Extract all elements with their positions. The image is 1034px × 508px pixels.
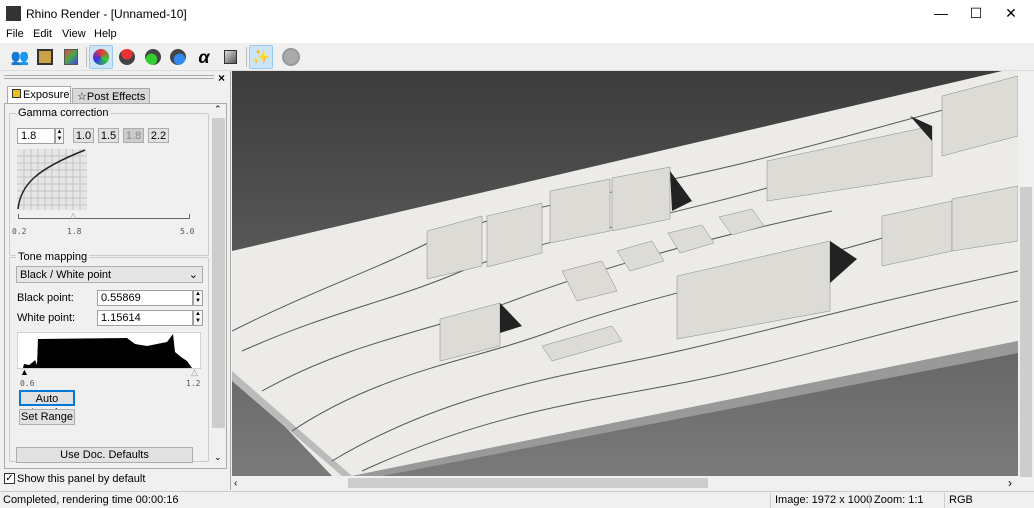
save-icon[interactable]	[33, 45, 57, 69]
histogram-min-label: 0.6	[20, 379, 35, 388]
tab-post-effects[interactable]: ☆Post Effects	[72, 88, 150, 103]
gamma-preset-1-0[interactable]: 1.0	[73, 128, 94, 143]
copy-image-icon[interactable]	[59, 45, 83, 69]
set-range-button[interactable]: Set Range	[19, 409, 75, 425]
menu-view[interactable]: View	[62, 28, 86, 40]
panel-scrollbar[interactable]: ⌃ ⌄	[211, 104, 226, 468]
gamma-curve-graph	[17, 149, 87, 210]
cube-icon[interactable]	[218, 45, 242, 69]
color-mode: RGB	[949, 494, 973, 506]
white-point-input[interactable]: 1.15614	[97, 310, 193, 326]
scroll-right-icon[interactable]: ›	[1008, 476, 1012, 490]
gamma-min-label: 0.2	[12, 227, 27, 236]
tab-exposure[interactable]: Exposure	[7, 86, 71, 103]
panel-grip[interactable]	[4, 75, 214, 79]
tone-method-value: Black / White point	[20, 269, 112, 281]
blue-channel-icon[interactable]	[166, 45, 190, 69]
stop-icon[interactable]	[279, 45, 303, 69]
rhino-app-icon	[6, 6, 21, 21]
status-bar: Completed, rendering time 00:00:16 Image…	[0, 491, 1034, 508]
auto-levels-button[interactable]: Auto Levels	[19, 390, 75, 419]
green-channel-icon[interactable]	[141, 45, 165, 69]
gamma-slider[interactable]	[18, 218, 190, 219]
rendered-model	[231, 71, 1019, 476]
menu-edit[interactable]: Edit	[33, 28, 52, 40]
status-message: Completed, rendering time 00:00:16	[3, 494, 179, 506]
histogram-max-label: 1.2	[186, 379, 201, 388]
black-point-handle[interactable]: ▲	[20, 367, 29, 377]
gamma-spinner[interactable]: ▲ ▼	[55, 128, 64, 144]
tab-label: Exposure	[23, 89, 70, 101]
white-point-label: White point:	[17, 312, 76, 324]
star-icon: ☆	[77, 91, 87, 103]
black-point-input[interactable]: 0.55869	[97, 290, 193, 306]
panel-close-button[interactable]: ×	[218, 71, 225, 85]
panel-scroll-thumb[interactable]	[212, 118, 225, 428]
scroll-left-icon[interactable]: ‹	[234, 478, 237, 489]
render-viewport[interactable]	[231, 71, 1019, 476]
menu-file[interactable]: File	[6, 28, 24, 40]
show-default-checkbox[interactable]: ✓	[4, 473, 15, 484]
close-button[interactable]: ✕	[988, 0, 1034, 28]
gamma-preset-1-5[interactable]: 1.5	[98, 128, 119, 143]
scroll-down-icon[interactable]: ⌄	[214, 452, 222, 463]
tone-mapping-group: Tone mapping Black / White point ⌄ Black …	[9, 251, 209, 463]
gamma-preset-1-8[interactable]: 1.8	[123, 128, 144, 143]
white-point-spinner[interactable]: ▲ ▼	[193, 310, 203, 326]
rgb-channels-icon[interactable]	[89, 45, 113, 69]
menu-help[interactable]: Help	[94, 28, 117, 40]
white-point-handle[interactable]: △	[191, 367, 198, 378]
scroll-up-icon[interactable]: ⌃	[214, 104, 222, 115]
black-point-label: Black point:	[17, 292, 74, 304]
chevron-down-icon: ⌄	[188, 269, 198, 281]
tone-method-select[interactable]: Black / White point ⌄	[16, 266, 203, 283]
gamma-preset-2-2[interactable]: 2.2	[148, 128, 169, 143]
horizontal-scroll-thumb[interactable]	[348, 478, 708, 488]
menu-bar: File Edit View Help	[0, 28, 1034, 43]
alpha-channel-icon[interactable]: α	[192, 45, 216, 69]
window-title: Rhino Render - [Unnamed-10]	[26, 7, 187, 21]
gamma-value-label: 1.8	[67, 227, 82, 236]
black-point-spinner[interactable]: ▲ ▼	[193, 290, 203, 306]
show-default-label: Show this panel by default	[17, 473, 146, 485]
title-bar: Rhino Render - [Unnamed-10] — ☐ ✕	[0, 0, 1034, 28]
gamma-input[interactable]: 1.8	[17, 128, 55, 144]
red-channel-icon[interactable]	[115, 45, 139, 69]
wand-icon[interactable]: ✨	[249, 45, 273, 69]
tab-label: Post Effects	[86, 91, 146, 103]
exposure-panel: × Exposure ☆Post Effects Gamma correctio…	[0, 71, 231, 490]
horizontal-scrollbar[interactable]: ‹ ›	[232, 476, 1018, 490]
zoom-level: Zoom: 1:1	[874, 494, 924, 506]
gamma-slider-thumb[interactable]: △	[70, 211, 76, 220]
gamma-label: Gamma correction	[16, 107, 111, 119]
histogram	[17, 332, 201, 369]
panel-content: Gamma correction 1.8 ▲ ▼ 1.0 1.5 1.8 2.2 …	[4, 103, 227, 469]
use-doc-defaults-button[interactable]: Use Doc. Defaults	[16, 447, 193, 463]
gamma-group: Gamma correction 1.8 ▲ ▼ 1.0 1.5 1.8 2.2 …	[9, 107, 209, 256]
gamma-max-label: 5.0	[180, 227, 195, 236]
people-icon[interactable]: 👥	[8, 45, 32, 69]
vertical-scroll-thumb[interactable]	[1020, 187, 1032, 477]
vertical-scrollbar[interactable]	[1018, 71, 1034, 477]
toolbar: 👥 α ✨	[0, 43, 1034, 71]
tone-mapping-label: Tone mapping	[16, 251, 90, 263]
image-size: Image: 1972 x 1000	[775, 494, 873, 506]
